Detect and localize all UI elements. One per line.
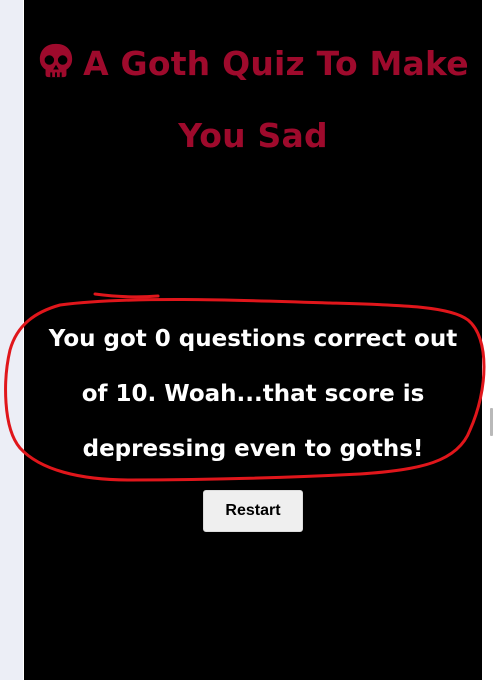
quiz-panel: A Goth Quiz To Make You Sad You got 0 qu… xyxy=(24,0,482,680)
page: A Goth Quiz To Make You Sad You got 0 qu… xyxy=(0,0,498,680)
restart-button[interactable]: Restart xyxy=(203,490,303,532)
right-gutter xyxy=(482,0,498,680)
score-result-text: You got 0 questions correct out of 10. W… xyxy=(48,326,458,462)
left-gutter xyxy=(0,0,23,680)
page-title: A Goth Quiz To Make You Sad xyxy=(24,28,482,172)
scrollbar-thumb[interactable] xyxy=(490,408,493,436)
skull-icon xyxy=(39,43,73,78)
title-text: A Goth Quiz To Make You Sad xyxy=(83,44,469,155)
